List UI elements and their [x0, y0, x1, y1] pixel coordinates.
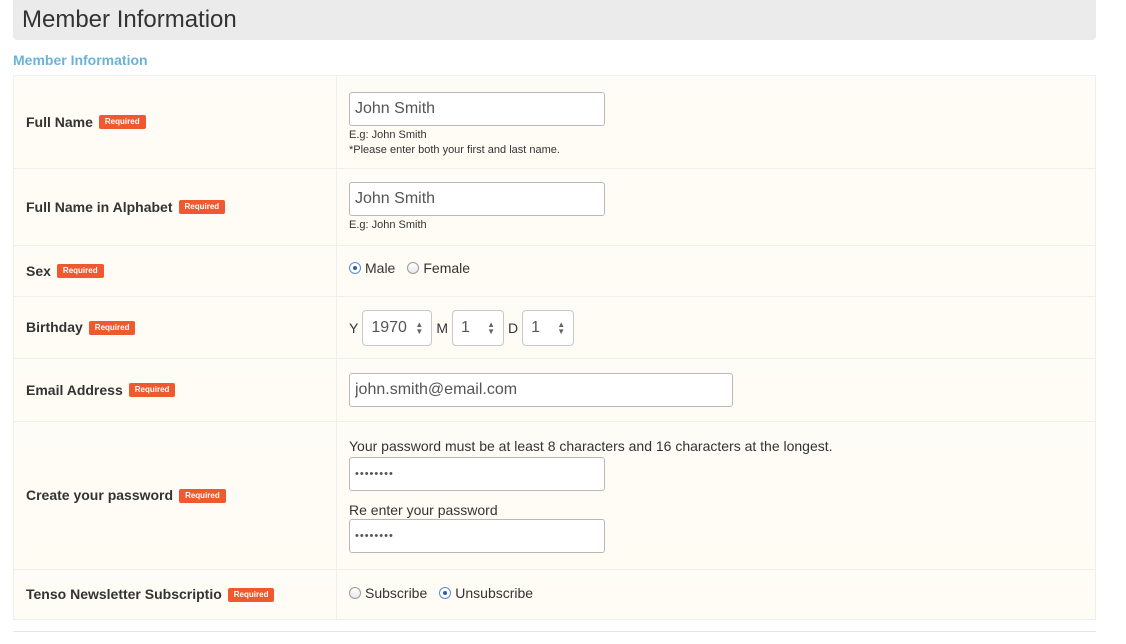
password-input[interactable] — [349, 457, 605, 491]
email-input[interactable] — [349, 373, 733, 407]
alpha-name-label: Full Name in Alphabet — [26, 198, 173, 215]
alpha-name-hint-example: E.g: John Smith — [349, 218, 427, 231]
required-badge: Required — [227, 587, 275, 602]
row-newsletter: Tenso Newsletter Subscriptio Required Sub… — [13, 569, 1096, 620]
sex-option-female-label: Female — [423, 260, 471, 276]
required-badge: Required — [128, 383, 176, 398]
member-form: Full Name Required E.g: John Smith *Pleas… — [13, 75, 1096, 620]
sex-label-cell: Sex Required — [13, 245, 337, 297]
sex-option-female[interactable]: Female — [407, 260, 470, 276]
required-badge: Required — [179, 488, 226, 503]
required-badge: Required — [178, 200, 226, 215]
radio-unselected-icon[interactable] — [349, 586, 361, 599]
month-prefix: M — [436, 319, 449, 336]
alpha-name-label-cell: Full Name in Alphabet Required — [13, 168, 337, 246]
email-label-cell: Email Address Required — [13, 358, 337, 422]
year-value: 1970 — [371, 318, 407, 336]
full-name-hint-example: E.g: John Smith — [349, 129, 427, 141]
reenter-password-label: Re enter your password — [349, 502, 498, 518]
email-field-cell — [336, 358, 1096, 422]
page-title: Member Information — [22, 6, 237, 33]
row-full-name: Full Name Required E.g: John Smith *Pleas… — [13, 75, 1096, 169]
sex-option-male-label: Male — [365, 260, 396, 276]
alpha-name-input[interactable] — [349, 181, 605, 216]
select-arrows-icon: ▲ ▼ — [557, 319, 566, 336]
row-email: Email Address Required — [13, 358, 1096, 422]
row-alpha-name: Full Name in Alphabet Required E.g: John … — [13, 168, 1096, 246]
radio-selected-icon[interactable] — [349, 262, 361, 274]
password-label-cell: Create your password Required — [13, 421, 337, 570]
full-name-field-cell: E.g: John Smith *Please enter both your … — [336, 75, 1096, 169]
day-prefix: D — [508, 319, 519, 336]
year-prefix: Y — [349, 319, 359, 336]
row-password: Create your password Required Your passwo… — [13, 421, 1096, 570]
section-title: Member Information — [13, 52, 148, 68]
day-select[interactable]: 1 ▲ ▼ — [522, 309, 575, 346]
password-rule-note: Your password must be at least 8 charact… — [349, 438, 833, 454]
birthday-label: Birthday — [26, 319, 83, 336]
sex-label: Sex — [26, 262, 51, 279]
year-select[interactable]: 1970 ▲ ▼ — [362, 309, 433, 346]
newsletter-option-subscribe[interactable]: Subscribe — [349, 585, 427, 601]
required-badge: Required — [98, 115, 146, 130]
select-arrows-icon: ▲ ▼ — [487, 319, 496, 336]
newsletter-option-unsubscribe-label: Unsubscribe — [455, 584, 534, 601]
reenter-password-input[interactable] — [349, 519, 605, 553]
birthday-field-cell: Y 1970 ▲ ▼ M 1 ▲ ▼ D 1 ▲ ▼ — [336, 296, 1096, 359]
sex-radio-group: Male Female — [349, 260, 1094, 276]
full-name-hint-note: *Please enter both your first and last n… — [349, 144, 560, 156]
radio-unselected-icon[interactable] — [407, 262, 420, 274]
newsletter-field-cell: Subscribe Unsubscribe — [336, 569, 1096, 620]
newsletter-option-unsubscribe[interactable]: Unsubscribe — [439, 585, 533, 601]
full-name-input[interactable] — [349, 92, 605, 126]
newsletter-label: Tenso Newsletter Subscriptio — [26, 586, 222, 603]
month-value: 1 — [461, 318, 470, 336]
row-sex: Sex Required Male Female — [13, 245, 1096, 297]
month-select[interactable]: 1 ▲ ▼ — [452, 309, 505, 346]
birthday-label-cell: Birthday Required — [13, 296, 337, 359]
day-value: 1 — [531, 318, 541, 336]
required-badge: Required — [56, 264, 104, 279]
newsletter-radio-group: Subscribe Unsubscribe — [349, 585, 1094, 601]
page-header: Member Information — [13, 0, 1096, 40]
birthday-selects: Y 1970 ▲ ▼ M 1 ▲ ▼ D 1 ▲ ▼ — [349, 309, 1094, 346]
full-name-label: Full Name — [26, 113, 93, 130]
password-field-cell: Your password must be at least 8 charact… — [336, 421, 1096, 570]
sex-option-male[interactable]: Male — [349, 260, 395, 276]
full-name-label-cell: Full Name Required — [13, 75, 337, 169]
password-label: Create your password — [26, 487, 174, 504]
required-badge: Required — [88, 320, 136, 335]
select-arrows-icon: ▲ ▼ — [415, 319, 424, 336]
bottom-divider — [13, 631, 1096, 632]
newsletter-label-cell: Tenso Newsletter Subscriptio Required — [13, 569, 337, 620]
newsletter-option-subscribe-label: Subscribe — [365, 584, 428, 601]
sex-field-cell: Male Female — [336, 245, 1096, 297]
alpha-name-field-cell: E.g: John Smith — [336, 168, 1096, 246]
email-label: Email Address — [26, 381, 123, 398]
row-birthday: Birthday Required Y 1970 ▲ ▼ M 1 ▲ ▼ D 1 ▲ ▼ — [13, 296, 1096, 359]
radio-selected-icon[interactable] — [439, 586, 452, 599]
